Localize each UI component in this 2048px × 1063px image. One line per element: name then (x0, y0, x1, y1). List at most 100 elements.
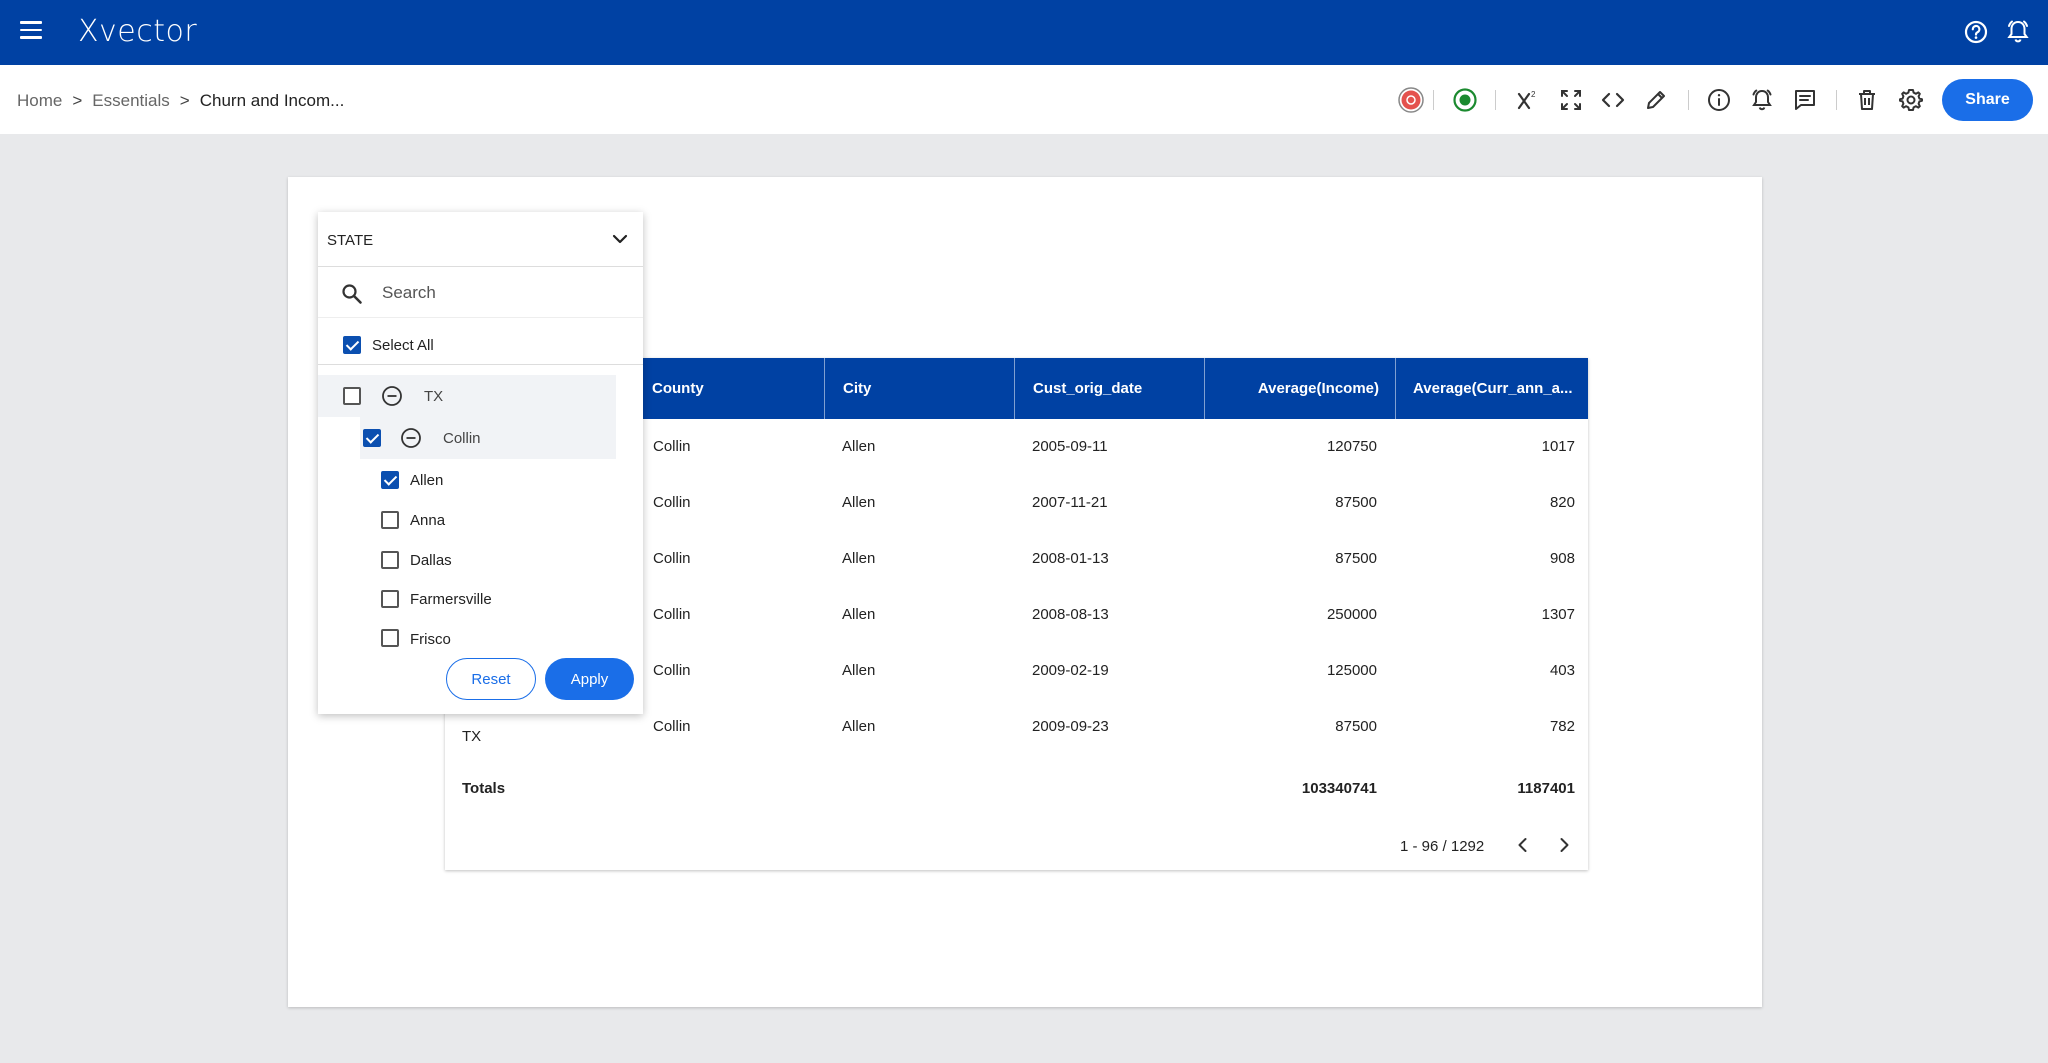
collapse-minus-icon[interactable] (381, 385, 403, 407)
table-cell-average-income: 250000 (1326, 606, 1377, 623)
reset-button[interactable]: Reset (446, 658, 536, 700)
breadcrumb-essentials[interactable]: Essentials (92, 91, 169, 111)
embed-code-icon[interactable] (1600, 87, 1626, 113)
toolbar-divider (1495, 90, 1496, 110)
city-dallas-label[interactable]: Dallas (410, 552, 452, 569)
state-tx-label[interactable]: TX (424, 388, 443, 405)
table-cell-average-curr-ann: 782 (1549, 718, 1575, 735)
edit-pencil-icon[interactable] (1643, 87, 1669, 113)
table-cell-county: Collin (653, 606, 691, 623)
county-collin-checkbox[interactable] (363, 429, 381, 447)
settings-gear-icon[interactable] (1898, 87, 1924, 113)
column-header-city[interactable]: City (824, 358, 1014, 419)
city-farmersville-label[interactable]: Farmersville (410, 591, 492, 608)
svg-text:2: 2 (1531, 90, 1536, 99)
alert-bell-icon[interactable] (1749, 87, 1775, 113)
column-header-average-curr-ann[interactable]: Average(Curr_ann_a... (1395, 358, 1588, 419)
table-cell-city: Allen (842, 718, 876, 735)
table-cell-county: Collin (653, 438, 691, 455)
totals-curr-ann: 1187401 (1517, 780, 1575, 797)
help-icon[interactable] (1962, 18, 1990, 46)
table-cell-cust-orig-date: 2007-11-21 (1032, 494, 1108, 511)
toolbar-divider (1688, 90, 1689, 110)
table-cell-average-curr-ann: 908 (1549, 550, 1575, 567)
search-input[interactable] (382, 278, 622, 308)
county-collin-label[interactable]: Collin (443, 430, 481, 447)
live-status-icon[interactable] (1452, 87, 1478, 113)
totals-label: Totals (462, 780, 506, 797)
toolbar-divider (1836, 90, 1837, 110)
table-cell-city: Allen (842, 550, 876, 567)
city-allen-label[interactable]: Allen (410, 472, 443, 489)
select-all-checkbox[interactable] (343, 336, 361, 354)
group-row-county (360, 417, 616, 459)
fullscreen-icon[interactable] (1558, 87, 1584, 113)
table-cell-county: Collin (653, 550, 691, 567)
search-row (318, 268, 643, 318)
notification-bell-icon[interactable] (2004, 18, 2032, 46)
previous-page-icon[interactable] (1512, 834, 1534, 856)
state-tx-checkbox[interactable] (343, 387, 361, 405)
city-frisco-label[interactable]: Frisco (410, 631, 451, 648)
pagination-info: 1 - 96 / 1292 (1400, 838, 1485, 855)
column-header-average-income[interactable]: Average(Income) (1204, 358, 1396, 419)
share-button[interactable]: Share (1942, 79, 2033, 121)
table-cell-cust-orig-date: 2008-08-13 (1032, 606, 1109, 623)
table-cell-average-curr-ann: 1017 (1541, 438, 1575, 455)
next-page-icon[interactable] (1553, 834, 1575, 856)
table-cell-average-income: 87500 (1335, 718, 1377, 735)
table-cell-city: Allen (842, 438, 876, 455)
city-frisco-checkbox[interactable] (381, 629, 399, 647)
table-cell-average-income: 87500 (1335, 550, 1377, 567)
chevron-down-icon[interactable] (610, 229, 630, 249)
search-icon (342, 284, 362, 304)
comment-icon[interactable] (1792, 87, 1818, 113)
select-all-label[interactable]: Select All (372, 337, 434, 354)
table-cell-average-income: 87500 (1335, 494, 1377, 511)
column-header-county[interactable]: County (642, 358, 832, 419)
table-cell-city: Allen (842, 494, 876, 511)
city-anna-label[interactable]: Anna (410, 512, 445, 529)
table-cell-county: Collin (653, 494, 691, 511)
table-cell-cust-orig-date: 2009-02-19 (1032, 662, 1109, 679)
toolbar-divider (1433, 90, 1434, 110)
state-filter-label: STATE (327, 232, 374, 249)
table-cell-county: Collin (653, 662, 691, 679)
table-cell-average-curr-ann: 820 (1549, 494, 1575, 511)
table-cell-average-curr-ann: 403 (1549, 662, 1575, 679)
collapse-minus-icon[interactable] (400, 427, 422, 449)
menu-icon[interactable] (20, 21, 42, 39)
breadcrumb-separator: > (72, 91, 83, 110)
column-header-cust-orig-date[interactable]: Cust_orig_date (1014, 358, 1204, 419)
breadcrumb-home[interactable]: Home (17, 91, 62, 111)
breadcrumb-separator: > (179, 91, 190, 110)
top-bar: Xvector (0, 0, 2048, 65)
state-filter-dropdown[interactable]: STATE (318, 212, 643, 267)
table-cell-cust-orig-date: 2009-09-23 (1032, 718, 1109, 735)
apply-button[interactable]: Apply (545, 658, 634, 700)
connector-status-icon[interactable] (1398, 87, 1424, 113)
table-cell-average-curr-ann: 1307 (1541, 606, 1575, 623)
state-filter-panel: STATE Select All TX Collin Allen Anna Da… (318, 212, 643, 714)
table-cell-cust-orig-date: 2005-09-11 (1032, 438, 1108, 455)
table-cell-cust-orig-date: 2008-01-13 (1032, 550, 1109, 567)
city-farmersville-checkbox[interactable] (381, 590, 399, 608)
city-allen-checkbox[interactable] (381, 471, 399, 489)
table-cell-city: Allen (842, 662, 876, 679)
breadcrumb-current: Churn and Incom... (199, 91, 345, 110)
table-cell-average-income: 125000 (1326, 662, 1377, 679)
group-row-state (318, 375, 616, 417)
info-icon[interactable] (1706, 87, 1732, 113)
table-cell-city: Allen (842, 606, 876, 623)
table-cell-county: Collin (653, 718, 691, 735)
breadcrumb: Home > Essentials > Churn and Incom... (17, 91, 344, 111)
superscript-x-icon[interactable]: 2 (1514, 87, 1540, 113)
delete-trash-icon[interactable] (1854, 87, 1880, 113)
city-anna-checkbox[interactable] (381, 511, 399, 529)
filter-options-list[interactable]: TX Collin Allen Anna Dallas Farmersville… (318, 364, 643, 654)
sub-header: Home > Essentials > Churn and Incom... 2… (0, 65, 2048, 134)
table-cell-state: TX (462, 728, 482, 745)
table-cell-average-income: 120750 (1326, 438, 1377, 455)
city-dallas-checkbox[interactable] (381, 551, 399, 569)
app-logo[interactable]: Xvector (78, 14, 197, 49)
